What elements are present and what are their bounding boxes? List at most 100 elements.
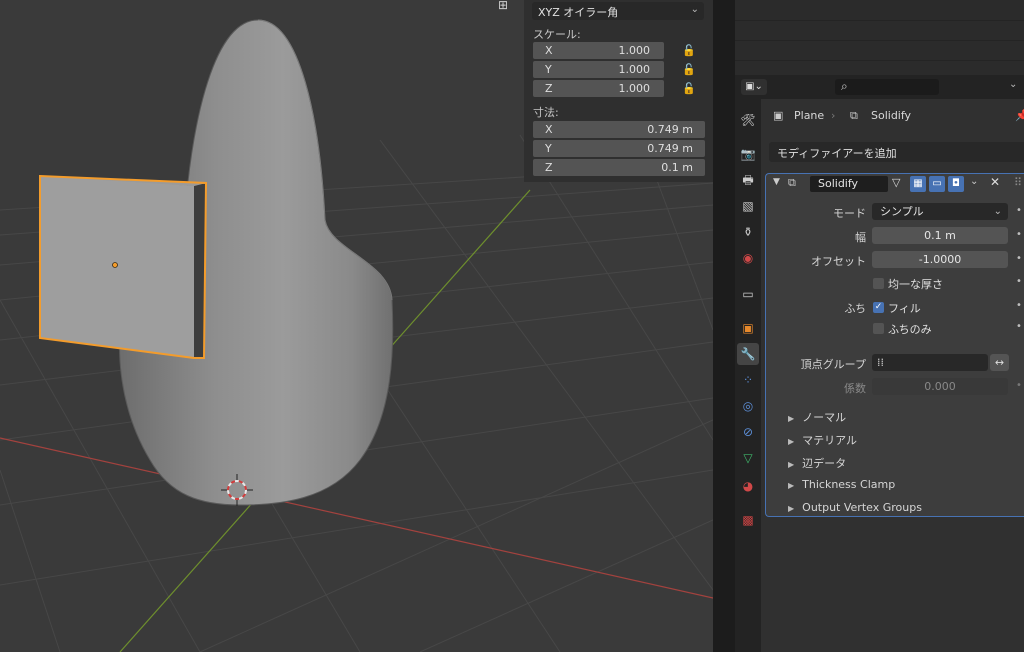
- object-tab-icon[interactable]: ▣: [737, 317, 759, 339]
- fill-rim-label: フィル: [888, 302, 921, 315]
- offset-field[interactable]: -1.0000: [872, 251, 1008, 268]
- keyframe-dot[interactable]: •: [1016, 276, 1022, 287]
- pin-icon[interactable]: 📌: [1015, 109, 1024, 122]
- tool-tab-icon[interactable]: 🛠: [737, 109, 759, 131]
- lock-icon[interactable]: 🔓: [682, 44, 696, 57]
- scale-label: スケール:: [533, 28, 581, 41]
- subpanel-thickness-clamp[interactable]: ▶ Thickness Clamp: [788, 478, 895, 491]
- viewport-toggle-icon[interactable]: ▭: [929, 176, 945, 192]
- width-label: 幅: [855, 231, 866, 244]
- properties-header: ▣⌄ ⌕ ⌄: [735, 75, 1024, 99]
- rim-label: ふち: [844, 302, 866, 315]
- scene-tab-icon[interactable]: ⚱: [737, 221, 759, 243]
- modifier-properties: ▣ Plane › ⧉ Solidify 📌 モディファイアーを追加 ▼ ⧉ S…: [761, 99, 1024, 652]
- expand-icon: ▶: [788, 414, 795, 423]
- expand-icon: ▶: [788, 504, 795, 513]
- particles-tab-icon[interactable]: ⁘: [737, 369, 759, 391]
- search-input[interactable]: ⌕: [835, 79, 939, 95]
- fill-rim-checkbox[interactable]: ✓: [873, 302, 884, 313]
- object-origin: [112, 262, 118, 268]
- rotation-mode-select[interactable]: XYZ オイラー角 ⌄: [532, 2, 704, 20]
- solidify-icon: ⧉: [788, 176, 796, 189]
- plane-object: [39, 174, 208, 359]
- expand-icon: ▶: [788, 460, 795, 469]
- physics-tab-icon[interactable]: ◎: [737, 395, 759, 417]
- render-tab-icon[interactable]: 📷: [737, 143, 759, 165]
- outliner-area: [735, 0, 1024, 75]
- properties-editor: ▣⌄ ⌕ ⌄ 🛠 📷 🖶 ▧ ⚱ ◉ ▭ ▣ 🔧 ⁘ ◎ ⊘ ▽ ◕ ▩ ▣ P…: [735, 75, 1024, 652]
- collection-tab-icon[interactable]: ▭: [737, 283, 759, 305]
- breadcrumb-object: Plane: [794, 109, 825, 122]
- editor-type-button[interactable]: ▣⌄: [741, 79, 767, 95]
- rotation-mode-value: XYZ オイラー角: [538, 6, 619, 19]
- rim-only-label: ふちのみ: [888, 323, 932, 336]
- keyframe-dot[interactable]: •: [1016, 321, 1022, 332]
- offset-label: オフセット: [811, 255, 866, 268]
- dimension-y-field[interactable]: Y 0.749 m: [533, 140, 705, 157]
- keyframe-dot[interactable]: •: [1016, 380, 1022, 391]
- vertex-group-icon: ⁞⁞: [877, 356, 884, 369]
- properties-tabs: 🛠 📷 🖶 ▧ ⚱ ◉ ▭ ▣ 🔧 ⁘ ◎ ⊘ ▽ ◕ ▩: [735, 99, 761, 652]
- material-tab-icon[interactable]: ◕: [737, 475, 759, 497]
- even-thickness-checkbox[interactable]: [873, 278, 884, 289]
- on-cage-toggle-icon[interactable]: ▦: [910, 176, 926, 192]
- add-modifier-button[interactable]: モディファイアーを追加: [769, 142, 1024, 162]
- even-thickness-label: 均一な厚さ: [888, 278, 943, 291]
- subpanel-output-vertex-groups[interactable]: ▶ Output Vertex Groups: [788, 501, 922, 514]
- factor-label: 係数: [844, 382, 866, 395]
- 3d-viewport[interactable]: ⊞ XYZ オイラー角 ⌄ スケール: X 1.000 Y 1.000 Z 1.…: [0, 0, 713, 652]
- keyframe-dot[interactable]: •: [1016, 229, 1022, 240]
- modifier-icon: ⧉: [850, 109, 858, 122]
- close-icon[interactable]: ✕: [990, 175, 1000, 189]
- expand-icon: ▶: [788, 481, 795, 490]
- subpanel-edge-data[interactable]: ▶ 辺データ: [788, 455, 846, 471]
- dimensions-label: 寸法:: [533, 106, 559, 119]
- modifier-panel-header: ▼ ⧉ Solidify ▽ ▦ ▭ ◘ ⌄ ✕ ⠿: [766, 174, 1024, 194]
- solidify-modifier-panel: ▼ ⧉ Solidify ▽ ▦ ▭ ◘ ⌄ ✕ ⠿ モード シンプル ⌄ • …: [765, 173, 1024, 517]
- mode-label: モード: [833, 207, 866, 220]
- data-tab-icon[interactable]: ▽: [737, 447, 759, 469]
- dimension-z-field[interactable]: Z 0.1 m: [533, 159, 705, 176]
- edit-mode-toggle-icon[interactable]: ▽: [892, 176, 900, 189]
- chevron-down-icon: ⌄: [690, 4, 699, 15]
- subpanel-normals[interactable]: ▶ ノーマル: [788, 409, 846, 425]
- vertex-group-input[interactable]: ⁞⁞: [872, 354, 988, 371]
- breadcrumb-modifier: Solidify: [871, 109, 912, 122]
- sidebar-transform-panel: XYZ オイラー角 ⌄ スケール: X 1.000 Y 1.000 Z 1.00…: [524, 0, 713, 182]
- keyframe-dot[interactable]: •: [1016, 205, 1022, 216]
- width-field[interactable]: 0.1 m: [872, 227, 1008, 244]
- rim-only-checkbox[interactable]: [873, 323, 884, 334]
- object-icon: ▣: [773, 109, 784, 122]
- chevron-down-icon[interactable]: ⌄: [970, 176, 978, 187]
- vertex-group-label: 頂点グループ: [800, 358, 866, 371]
- subpanel-materials[interactable]: ▶ マテリアル: [788, 432, 857, 448]
- keyframe-dot[interactable]: •: [1016, 300, 1022, 311]
- chevron-down-icon[interactable]: ⌄: [1009, 79, 1017, 90]
- search-icon: ⌕: [841, 79, 848, 93]
- lock-icon[interactable]: 🔓: [682, 82, 696, 95]
- grid-icon[interactable]: ⊞: [492, 0, 514, 12]
- scale-z-field[interactable]: Z 1.000: [533, 80, 664, 97]
- output-tab-icon[interactable]: 🖶: [737, 169, 759, 191]
- dimension-x-field[interactable]: X 0.749 m: [533, 121, 705, 138]
- scale-x-field[interactable]: X 1.000: [533, 42, 664, 59]
- factor-field[interactable]: 0.000: [872, 378, 1008, 395]
- invert-toggle-icon[interactable]: ↔: [990, 354, 1009, 371]
- texture-tab-icon[interactable]: ▩: [737, 509, 759, 531]
- constraints-tab-icon[interactable]: ⊘: [737, 421, 759, 443]
- keyframe-dot[interactable]: •: [1016, 253, 1022, 264]
- chevron-down-icon: ⌄: [993, 206, 1002, 217]
- modifier-tab-icon[interactable]: 🔧: [737, 343, 759, 365]
- world-tab-icon[interactable]: ◉: [737, 247, 759, 269]
- view-layer-tab-icon[interactable]: ▧: [737, 195, 759, 217]
- drag-handle-icon[interactable]: ⠿: [1014, 176, 1022, 189]
- scale-y-field[interactable]: Y 1.000: [533, 61, 664, 78]
- breadcrumb-separator: ›: [831, 109, 836, 122]
- render-toggle-icon[interactable]: ◘: [948, 176, 964, 192]
- lock-icon[interactable]: 🔓: [682, 63, 696, 76]
- modifier-name-input[interactable]: Solidify: [810, 176, 888, 192]
- mode-select[interactable]: シンプル ⌄: [872, 203, 1008, 220]
- expand-icon: ▶: [788, 437, 795, 446]
- area-separator[interactable]: [713, 0, 735, 652]
- collapse-toggle-icon[interactable]: ▼: [773, 177, 780, 187]
